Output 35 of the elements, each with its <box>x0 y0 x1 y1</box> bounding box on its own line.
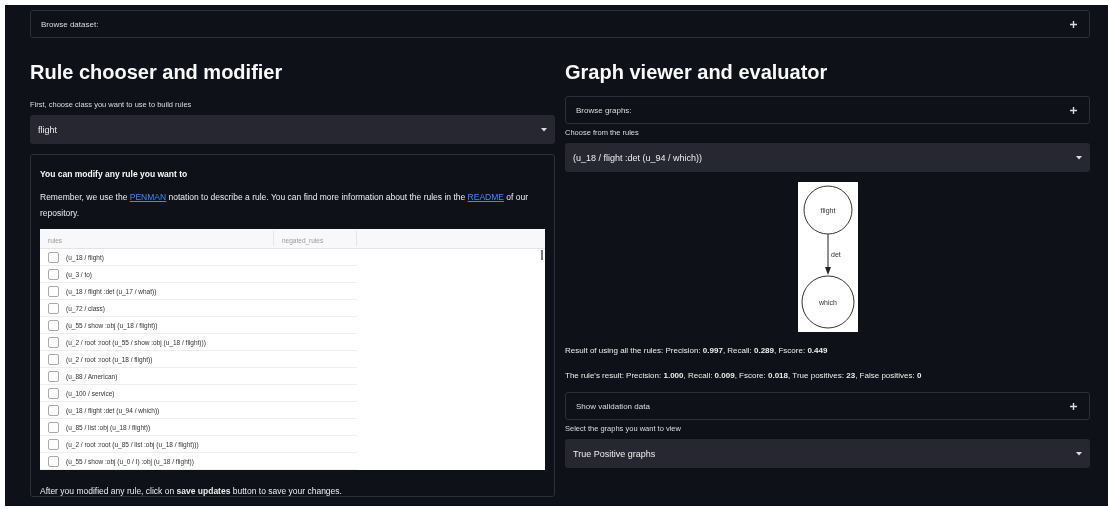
checkbox[interactable] <box>48 438 59 450</box>
graphs-select[interactable]: True Positive graphs <box>565 439 1090 468</box>
checkbox[interactable] <box>48 302 59 314</box>
checkbox[interactable] <box>48 268 59 280</box>
rule-select[interactable]: (u_18 / flight :det (u_94 / which)) <box>565 143 1090 172</box>
checkbox[interactable] <box>48 285 59 297</box>
plus-icon <box>1070 20 1077 28</box>
save-hint: After you modified any rule, click on save updates button to save your changes. <box>40 486 343 496</box>
caret-icon <box>1076 451 1082 456</box>
panel-title: You can modify any rule you want to <box>40 169 189 179</box>
checkbox[interactable] <box>48 370 59 382</box>
section-heading: Graph viewer and evaluator <box>565 60 829 84</box>
section-heading: Rule chooser and modifier <box>30 60 284 84</box>
notation-paragraph: Remember, we use the PENMAN notation to describe a rule. You can find more information about the rules in the README of our repository. <box>40 191 530 220</box>
class-select[interactable]: flight <box>30 115 555 144</box>
overall-result: Result of using all the rules: Precision: 0.997, Recall: 0.289, Fscore: 0.449 <box>565 346 829 355</box>
caret-icon <box>541 127 547 132</box>
checkbox[interactable] <box>48 353 59 365</box>
checkbox[interactable] <box>48 455 59 467</box>
checkbox[interactable] <box>48 387 59 399</box>
scrollbar[interactable] <box>541 250 543 260</box>
checkbox[interactable] <box>48 251 59 263</box>
link[interactable]: PENMAN <box>129 192 167 202</box>
checkbox[interactable] <box>48 319 59 331</box>
plus-icon <box>1070 402 1077 410</box>
checkbox[interactable] <box>48 336 59 348</box>
browse-dataset-expander[interactable]: Browse dataset: <box>30 10 1090 38</box>
link[interactable]: README <box>467 192 504 202</box>
checkbox[interactable] <box>48 421 59 433</box>
checkbox[interactable] <box>48 404 59 416</box>
validation-expander[interactable]: Show validation data <box>565 392 1090 420</box>
browse-graphs-expander[interactable]: Browse graphs: <box>565 96 1090 124</box>
caret-icon <box>1076 155 1082 160</box>
plus-icon <box>1070 106 1077 114</box>
rule-result: The rule's result: Precision: 1.000, Recall: 0.009, Fscore: 0.018, True positives: 23, False positives: 0 <box>565 371 923 380</box>
